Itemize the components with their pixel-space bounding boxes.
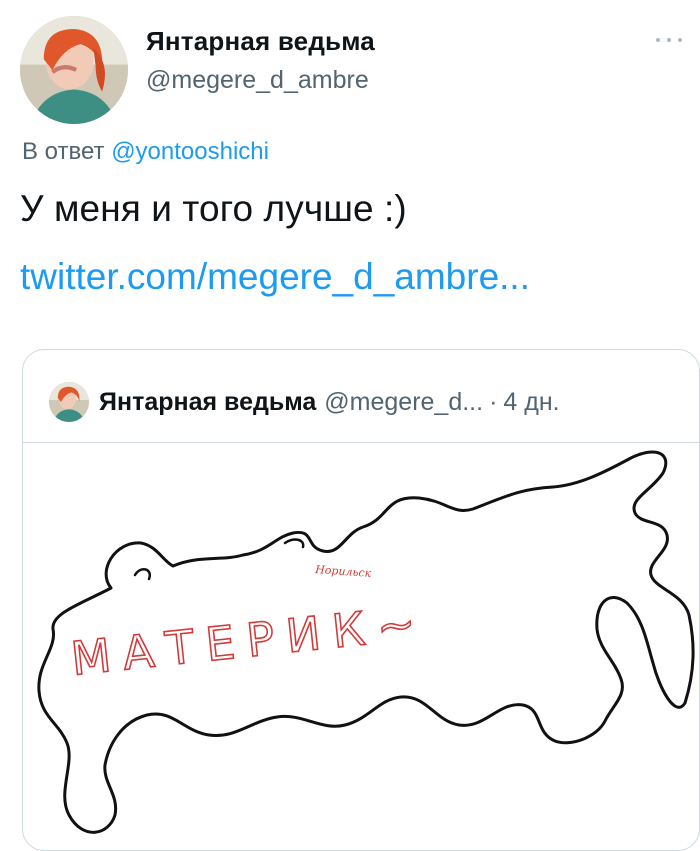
quoted-tweet-card[interactable]: Янтарная ведьма @megere_d... · 4 дн. Нор… <box>22 349 700 851</box>
reply-prefix: В ответ <box>22 138 105 165</box>
more-dot <box>667 38 671 42</box>
quoted-tweet-header: Янтарная ведьма @megere_d... · 4 дн. <box>49 380 560 424</box>
map-label-small: Норильск <box>314 563 372 580</box>
reply-to-handle-link[interactable]: @yontooshichi <box>111 138 269 165</box>
quoted-author-display-name[interactable]: Янтарная ведьма <box>99 388 316 417</box>
more-dot <box>656 38 660 42</box>
author-handle[interactable]: @megere_d_ambre <box>146 66 369 95</box>
tweet-text: У меня и того лучше :) <box>20 188 407 229</box>
quoted-author-handle[interactable]: @megere_d... <box>324 388 483 417</box>
tweet-link[interactable]: twitter.com/megere_d_ambre... <box>20 256 530 298</box>
avatar-image <box>49 382 89 422</box>
author-avatar[interactable] <box>20 16 128 124</box>
quoted-timestamp[interactable]: 4 дн. <box>503 388 559 417</box>
quoted-image-drawing[interactable]: Норильск МАТЕРИК~ <box>23 443 699 851</box>
more-dot <box>678 38 682 42</box>
reply-context: В ответ @yontooshichi <box>22 138 269 166</box>
map-label-big: МАТЕРИК~ <box>69 595 430 686</box>
avatar-image <box>20 16 128 124</box>
more-horizontal-icon[interactable] <box>656 34 682 46</box>
author-display-name[interactable]: Янтарная ведьма <box>146 26 375 57</box>
quoted-separator: · <box>489 387 498 416</box>
quoted-author-avatar[interactable] <box>49 382 89 422</box>
